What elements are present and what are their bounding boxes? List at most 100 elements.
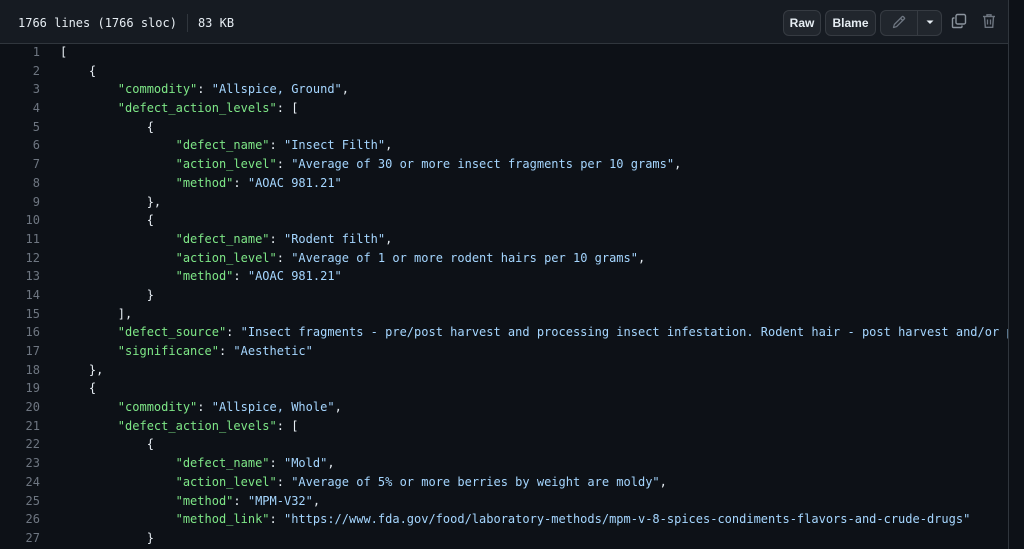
line-number[interactable]: 9 bbox=[0, 193, 40, 212]
line-count: 1766 lines (1766 sloc) bbox=[18, 16, 177, 30]
line-number[interactable]: 8 bbox=[0, 174, 40, 193]
json-key: "action_level" bbox=[175, 157, 277, 172]
code-line: 23 "defect_name": "Mold", bbox=[0, 454, 1008, 473]
line-number[interactable]: 12 bbox=[0, 249, 40, 268]
json-key: "defect_action_levels" bbox=[117, 418, 277, 433]
line-content: "defect_source": "Insect fragments - pre… bbox=[40, 323, 1008, 342]
file-actions: Raw Blame bbox=[783, 10, 1002, 36]
line-number[interactable]: 2 bbox=[0, 62, 40, 81]
json-punctuation: : bbox=[276, 250, 292, 265]
code-line: 1[ bbox=[0, 43, 1008, 62]
line-content: "action_level": "Average of 30 or more i… bbox=[40, 155, 682, 174]
line-number[interactable]: 25 bbox=[0, 492, 40, 511]
line-number[interactable]: 26 bbox=[0, 510, 40, 529]
json-punctuation: , bbox=[385, 138, 393, 153]
json-string: "Average of 5% or more berries by weight… bbox=[291, 474, 660, 489]
line-number[interactable]: 27 bbox=[0, 529, 40, 548]
code-line: 20 "commodity": "Allspice, Whole", bbox=[0, 398, 1008, 417]
json-punctuation: : bbox=[276, 157, 292, 172]
code-line: 21 "defect_action_levels": [ bbox=[0, 417, 1008, 436]
json-key: "method" bbox=[175, 175, 234, 190]
json-key: "significance" bbox=[117, 344, 219, 358]
json-punctuation bbox=[60, 325, 118, 339]
json-punctuation bbox=[60, 456, 176, 470]
code-line: 26 "method_link": "https://www.fda.gov/f… bbox=[0, 510, 1008, 529]
line-number[interactable]: 16 bbox=[0, 323, 40, 342]
json-punctuation: , bbox=[327, 456, 335, 471]
json-punctuation: }, bbox=[60, 362, 104, 377]
line-content: "defect_action_levels": [ bbox=[40, 99, 299, 118]
json-punctuation bbox=[60, 157, 176, 171]
line-number[interactable]: 19 bbox=[0, 379, 40, 398]
json-punctuation bbox=[60, 82, 118, 96]
code-line: 17 "significance": "Aesthetic" bbox=[0, 342, 1008, 361]
json-punctuation: : bbox=[233, 493, 248, 508]
line-number[interactable]: 6 bbox=[0, 136, 40, 155]
json-punctuation: : bbox=[269, 138, 284, 153]
edit-button[interactable] bbox=[880, 10, 918, 36]
json-punctuation: { bbox=[60, 213, 154, 228]
json-string: "MPM-V32" bbox=[247, 493, 313, 508]
code-line: 27 } bbox=[0, 529, 1008, 548]
json-punctuation bbox=[60, 251, 176, 265]
divider bbox=[186, 14, 188, 32]
line-number[interactable]: 3 bbox=[0, 80, 40, 99]
copy-raw-button[interactable] bbox=[946, 10, 972, 36]
json-punctuation: , bbox=[674, 157, 682, 172]
line-content: } bbox=[40, 529, 154, 548]
line-number[interactable]: 15 bbox=[0, 305, 40, 324]
line-content: "commodity": "Allspice, Ground", bbox=[40, 80, 349, 99]
line-number[interactable]: 17 bbox=[0, 342, 40, 361]
code-view[interactable]: 1[2 {3 "commodity": "Allspice, Ground", 4… bbox=[0, 43, 1008, 548]
line-content: { bbox=[40, 211, 154, 230]
json-punctuation: , bbox=[659, 474, 667, 489]
line-content: "defect_action_levels": [ bbox=[40, 417, 299, 436]
json-punctuation: : bbox=[218, 344, 234, 358]
json-punctuation: }, bbox=[60, 194, 162, 209]
json-punctuation: { bbox=[60, 437, 154, 452]
json-key: "defect_source" bbox=[117, 325, 227, 340]
raw-button[interactable]: Raw bbox=[783, 10, 821, 36]
json-string: "Insect Filth" bbox=[283, 138, 386, 153]
json-punctuation: : bbox=[233, 175, 248, 190]
line-number[interactable]: 20 bbox=[0, 398, 40, 417]
code-line: 22 { bbox=[0, 435, 1008, 454]
json-punctuation: : bbox=[197, 400, 212, 415]
json-string: "Aesthetic" bbox=[233, 344, 313, 358]
json-key: "method" bbox=[175, 269, 234, 284]
line-number[interactable]: 23 bbox=[0, 454, 40, 473]
pencil-icon bbox=[892, 15, 906, 32]
blame-button[interactable]: Blame bbox=[825, 10, 876, 36]
line-number[interactable]: 10 bbox=[0, 211, 40, 230]
trash-icon bbox=[982, 13, 996, 34]
line-number[interactable]: 14 bbox=[0, 286, 40, 305]
line-number[interactable]: 22 bbox=[0, 435, 40, 454]
line-number[interactable]: 5 bbox=[0, 118, 40, 137]
json-punctuation bbox=[60, 101, 118, 115]
line-number[interactable]: 13 bbox=[0, 267, 40, 286]
line-number[interactable]: 24 bbox=[0, 473, 40, 492]
delete-file-button[interactable] bbox=[976, 10, 1002, 36]
code-line: 19 { bbox=[0, 379, 1008, 398]
json-key: "defect_name" bbox=[175, 456, 270, 471]
edit-options-dropdown[interactable] bbox=[918, 10, 942, 36]
line-number[interactable]: 11 bbox=[0, 230, 40, 249]
line-content: { bbox=[40, 435, 154, 454]
code-line: 13 "method": "AOAC 981.21" bbox=[0, 267, 1008, 286]
line-number[interactable]: 21 bbox=[0, 417, 40, 436]
code-line: 5 { bbox=[0, 118, 1008, 137]
line-number[interactable]: 4 bbox=[0, 99, 40, 118]
line-content: [ bbox=[40, 43, 67, 62]
line-number[interactable]: 1 bbox=[0, 43, 40, 62]
json-punctuation: } bbox=[60, 287, 154, 302]
edit-button-group bbox=[880, 10, 942, 36]
json-punctuation: : bbox=[269, 231, 284, 246]
line-number[interactable]: 18 bbox=[0, 361, 40, 380]
json-string: "Mold" bbox=[283, 456, 328, 471]
line-number[interactable]: 7 bbox=[0, 155, 40, 174]
code-line: 3 "commodity": "Allspice, Ground", bbox=[0, 80, 1008, 99]
json-punctuation bbox=[60, 232, 176, 246]
json-punctuation bbox=[60, 419, 118, 433]
code-line: 10 { bbox=[0, 211, 1008, 230]
line-content: { bbox=[40, 118, 154, 137]
